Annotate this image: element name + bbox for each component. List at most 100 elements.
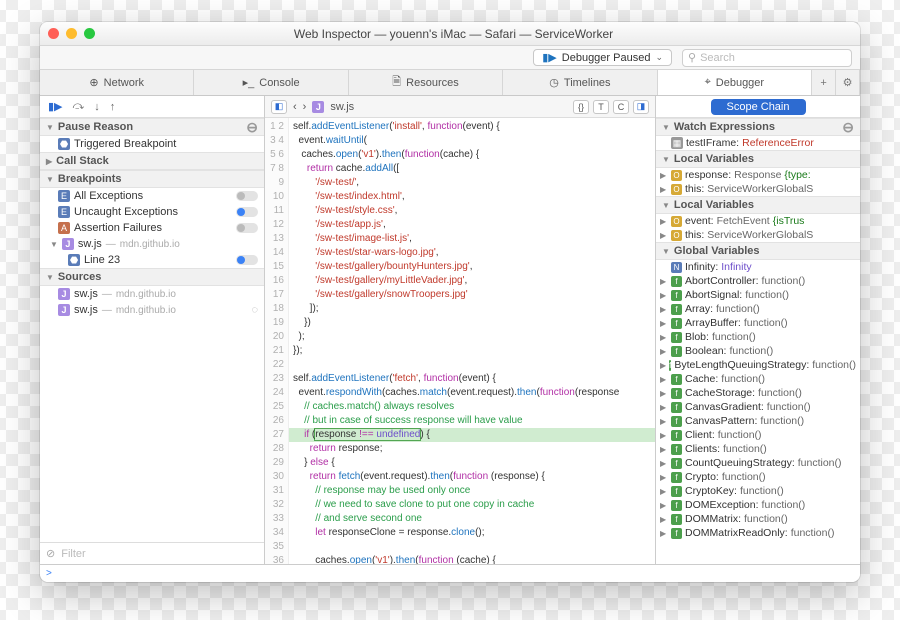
code-lines[interactable]: self.addEventListener('install', functio… (289, 118, 655, 564)
source-item[interactable]: Jsw.js — mdn.github.io◌ (40, 302, 264, 318)
scope-chain-button[interactable]: Scope Chain (711, 99, 806, 115)
var-row[interactable]: ▶fDOMMatrix: function() (656, 512, 860, 526)
var-row[interactable]: ▶fDOMMatrixReadOnly: function() (656, 526, 860, 540)
crumb-file[interactable]: sw.js (330, 101, 354, 113)
function-icon: f (671, 514, 682, 525)
var-row[interactable]: ▶fByteLengthQueuingStrategy: function() (656, 358, 860, 372)
watch-item[interactable]: ▦testIFrame: ReferenceError (656, 136, 860, 150)
var-row[interactable]: ▶fAbortSignal: function() (656, 288, 860, 302)
pause-reason-header[interactable]: ▼ Pause Reason ⊖ (40, 118, 264, 136)
tab-timelines[interactable]: ◷Timelines (503, 70, 657, 95)
tab-console[interactable]: ▸_Console (194, 70, 348, 95)
var-row[interactable]: ▶fClients: function() (656, 442, 860, 456)
var-row[interactable]: ▶fCanvasPattern: function() (656, 414, 860, 428)
var-row[interactable]: ▶fCryptoKey: function() (656, 484, 860, 498)
bp-assertion-failures[interactable]: AAssertion Failures (40, 220, 264, 236)
local-vars-header-2[interactable]: ▼Local Variables (656, 196, 860, 214)
var-row[interactable]: ▶fCountQueuingStrategy: function() (656, 456, 860, 470)
var-row[interactable]: ▶fBlob: function() (656, 330, 860, 344)
paused-label: Debugger Paused (562, 52, 651, 64)
var-row[interactable]: ▶Othis: ServiceWorkerGlobalS (656, 228, 860, 242)
var-row[interactable]: ▶fBoolean: function() (656, 344, 860, 358)
toggle-sidebar-right-icon[interactable]: ◨ (633, 100, 649, 114)
source-item[interactable]: Jsw.js — mdn.github.io (40, 286, 264, 302)
search-input[interactable]: ⚲ Search (682, 49, 852, 67)
var-row[interactable]: ▶fClient: function() (656, 428, 860, 442)
filter-input[interactable]: Filter (61, 548, 85, 560)
search-placeholder: Search (700, 52, 735, 64)
resources-icon: 🗎 (392, 73, 401, 92)
toggle[interactable] (236, 255, 258, 265)
settings-icon[interactable]: ⚙ (836, 70, 860, 95)
bp-uncaught-exceptions[interactable]: EUncaught Exceptions (40, 204, 264, 220)
close-icon[interactable] (48, 28, 59, 39)
var-row[interactable]: ▶fCanvasGradient: function() (656, 400, 860, 414)
assertion-icon: A (58, 222, 70, 234)
tab-debugger[interactable]: ⌖Debugger (658, 70, 812, 95)
step-into-icon[interactable]: ↓ (94, 101, 100, 113)
gutter[interactable]: 1 2 3 4 5 6 7 8 9 10 11 12 13 14 15 16 1… (265, 118, 289, 564)
console-icon: ▸_ (243, 76, 255, 89)
function-icon: f (671, 500, 682, 511)
new-tab-button[interactable]: + (812, 70, 836, 95)
call-stack-header[interactable]: ▶ Call Stack (40, 152, 264, 170)
braces-icon[interactable]: {} (573, 100, 589, 114)
function-icon: f (671, 528, 682, 539)
timelines-icon: ◷ (549, 76, 559, 89)
editor-pane: ◧ ‹ › J sw.js {} T C ◨ 1 2 3 4 5 6 7 8 9… (265, 96, 655, 564)
filter-icon: ⊘ (46, 547, 55, 560)
debugger-paused-pill[interactable]: ▮▶ Debugger Paused ⌄ (533, 49, 672, 66)
tab-network[interactable]: ⊕Network (40, 70, 194, 95)
var-row[interactable]: ▶fCache: function() (656, 372, 860, 386)
object-icon: O (671, 216, 682, 227)
debugger-icon: ⌖ (705, 76, 711, 89)
tab-resources[interactable]: 🗎Resources (349, 70, 503, 95)
toggle-sidebar-left-icon[interactable]: ◧ (271, 100, 287, 114)
global-vars-header[interactable]: ▼Global Variables (656, 242, 860, 260)
pause-reason-item[interactable]: ⬣ Triggered Breakpoint (40, 136, 264, 152)
minimize-icon[interactable] (66, 28, 77, 39)
coverage-icon[interactable]: C (613, 100, 629, 114)
var-row[interactable]: ▶fDOMException: function() (656, 498, 860, 512)
code-editor[interactable]: 1 2 3 4 5 6 7 8 9 10 11 12 13 14 15 16 1… (265, 118, 655, 564)
function-icon: f (671, 276, 682, 287)
bp-line[interactable]: ⬣Line 23 (40, 252, 264, 268)
toggle[interactable] (236, 207, 258, 217)
sources-header[interactable]: ▼ Sources (40, 268, 264, 286)
local-vars-header[interactable]: ▼Local Variables (656, 150, 860, 168)
resume-icon[interactable]: ▮▶ (48, 100, 63, 113)
var-row[interactable]: ▶fAbortController: function() (656, 274, 860, 288)
bp-file[interactable]: ▼Jsw.js — mdn.github.io (40, 236, 264, 252)
main-body: ▮▶ ⤼ ↓ ↑ ▼ Pause Reason ⊖ ⬣ Triggered Br… (40, 96, 860, 564)
var-row[interactable]: ▶Oresponse: Response {type: (656, 168, 860, 182)
js-file-icon: J (62, 238, 74, 250)
function-icon: f (671, 458, 682, 469)
nav-forward-icon[interactable]: › (303, 101, 307, 113)
zoom-icon[interactable] (84, 28, 95, 39)
function-icon: f (671, 472, 682, 483)
nav-back-icon[interactable]: ‹ (293, 101, 297, 113)
var-row[interactable]: ▶fArray: function() (656, 302, 860, 316)
var-row[interactable]: ▶fCacheStorage: function() (656, 386, 860, 400)
function-icon: f (671, 388, 682, 399)
function-icon: f (671, 444, 682, 455)
clear-icon[interactable]: ⊖ (842, 122, 854, 132)
function-icon: f (671, 430, 682, 441)
type-icon[interactable]: T (593, 100, 609, 114)
var-row[interactable]: ▶fArrayBuffer: function() (656, 316, 860, 330)
watch-header[interactable]: ▼Watch Expressions⊖ (656, 118, 860, 136)
function-icon: f (671, 374, 682, 385)
debugger-controls: ▮▶ ⤼ ↓ ↑ (40, 96, 264, 118)
step-over-icon[interactable]: ⤼ (73, 100, 85, 113)
bp-all-exceptions[interactable]: EAll Exceptions (40, 188, 264, 204)
var-row[interactable]: ▶Oevent: FetchEvent {isTrus (656, 214, 860, 228)
toggle[interactable] (236, 223, 258, 233)
step-out-icon[interactable]: ↑ (110, 101, 116, 113)
var-row[interactable]: NInfinity: Infinity (656, 260, 860, 274)
console-input[interactable]: > (40, 564, 860, 582)
remove-icon[interactable]: ⊖ (246, 122, 258, 132)
var-row[interactable]: ▶fCrypto: function() (656, 470, 860, 484)
breakpoints-header[interactable]: ▼ Breakpoints (40, 170, 264, 188)
toggle[interactable] (236, 191, 258, 201)
var-row[interactable]: ▶Othis: ServiceWorkerGlobalS (656, 182, 860, 196)
